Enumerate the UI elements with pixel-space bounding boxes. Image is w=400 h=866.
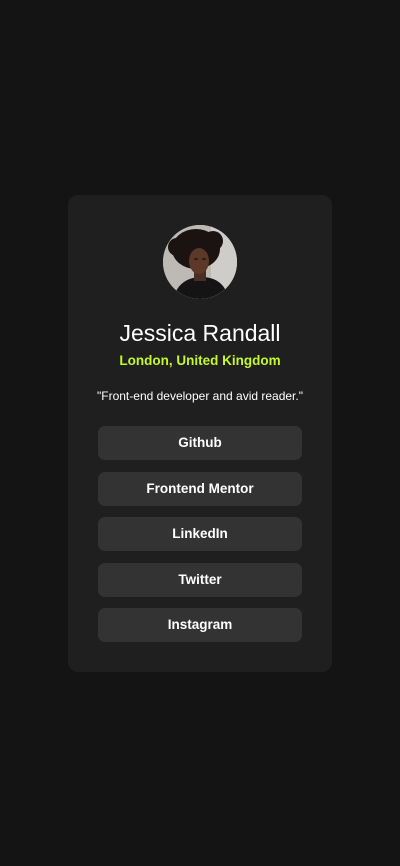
profile-name: Jessica Randall	[119, 320, 281, 346]
instagram-link-button[interactable]: Instagram	[98, 608, 302, 642]
frontend-mentor-link-button[interactable]: Frontend Mentor	[98, 471, 302, 506]
profile-card: Jessica Randall London, United Kingdom "…	[68, 195, 332, 672]
profile-bio: "Front-end developer and avid reader."	[97, 389, 303, 403]
twitter-link-button[interactable]: Twitter	[98, 562, 302, 597]
avatar	[163, 225, 237, 299]
social-links: Github Frontend Mentor LinkedIn Twitter …	[98, 426, 302, 654]
linkedin-link-button[interactable]: LinkedIn	[98, 517, 302, 551]
avatar-image	[163, 225, 237, 299]
profile-location: London, United Kingdom	[119, 353, 281, 368]
github-link-button[interactable]: Github	[98, 426, 302, 460]
